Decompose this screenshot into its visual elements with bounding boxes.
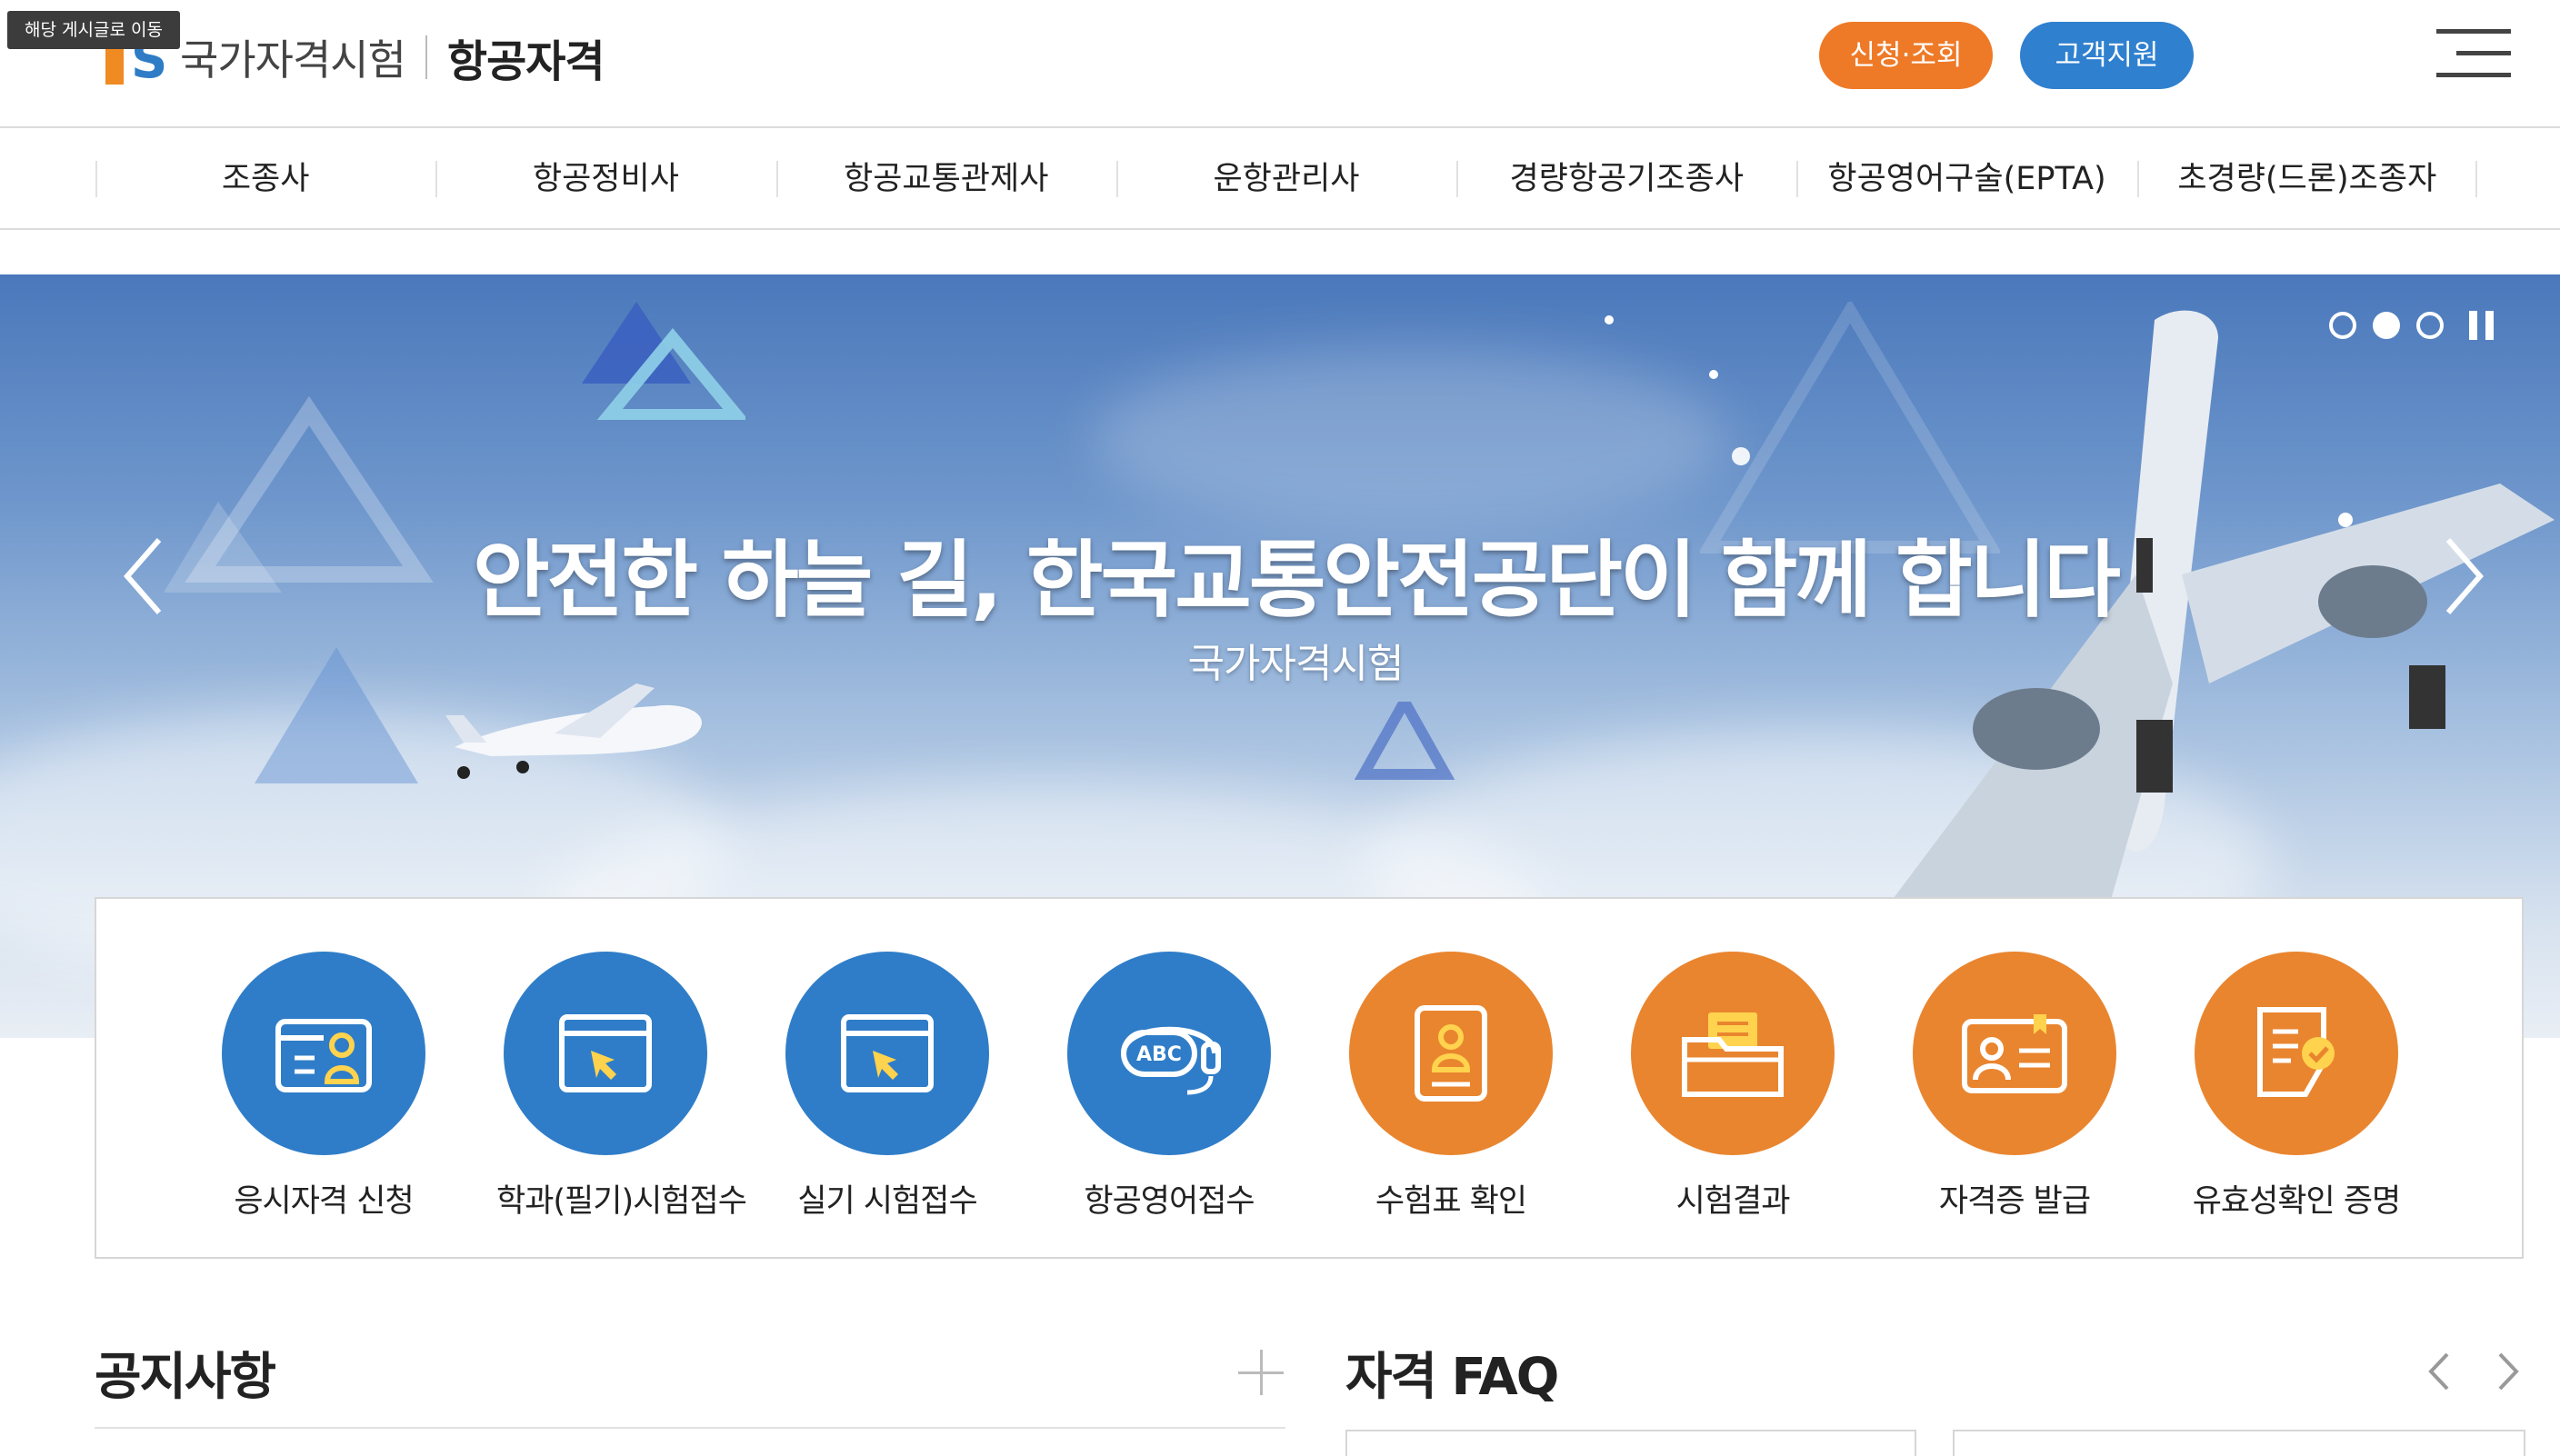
quick-item-exam-results[interactable]: 시험결과 (1624, 952, 1842, 1224)
nav-item-aircraft-mechanic[interactable]: 항공정비사 (435, 128, 775, 230)
chevron-left-icon[interactable] (118, 531, 173, 622)
quick-item-aviation-english-registration[interactable]: ABC 항공영어접수 (1060, 952, 1278, 1224)
faq-card[interactable] (1345, 1430, 1916, 1456)
quick-item-eligibility-application[interactable]: 응시자격 신청 (215, 952, 433, 1224)
main-nav: 조종사 항공정비사 항공교통관제사 운항관리사 경량항공기조종사 항공영어구술(… (0, 128, 2560, 230)
tooltip: 해당 게시글로 이동 (7, 11, 180, 49)
admission-ticket-icon (1349, 952, 1553, 1155)
quick-item-label: 항공영어접수 (1084, 1183, 1255, 1220)
slide-dot-2[interactable] (2373, 312, 2400, 339)
logo-sub-text: 항공자격 (446, 36, 605, 87)
nav-item-flight-dispatcher[interactable]: 운항관리사 (1115, 128, 1456, 230)
quick-item-written-exam-registration[interactable]: 학과(필기)시험접수 (496, 952, 747, 1224)
svg-text:ABC: ABC (1136, 1043, 1182, 1066)
quick-item-label: 유효성확인 증명 (2192, 1183, 2402, 1220)
logo-divider (425, 35, 427, 79)
quick-menu: 응시자격 신청 학과(필기)시험접수 실기 시험접수 ABC 항공영어접수 수험… (95, 897, 2524, 1259)
id-card-icon (222, 952, 425, 1155)
notice-divider (95, 1427, 1285, 1429)
folder-documents-icon (1631, 952, 1835, 1155)
nav-item-air-traffic-controller[interactable]: 항공교통관제사 (775, 128, 1116, 230)
nav-item-epta[interactable]: 항공영어구술(EPTA) (1796, 128, 2136, 230)
hero-subtitle: 국가자격시험 (1187, 641, 1405, 687)
chevron-right-icon[interactable] (2435, 531, 2489, 622)
quick-item-label: 자격증 발급 (1938, 1183, 2091, 1220)
browser-cursor-icon (504, 952, 707, 1155)
chevron-left-icon[interactable] (2425, 1349, 2453, 1394)
site-header: S 국가자격시험 항공자격 신청·조회 고객지원 (0, 0, 2560, 128)
plus-icon[interactable] (1238, 1350, 1284, 1395)
quick-item-admission-ticket[interactable]: 수험표 확인 (1342, 952, 1560, 1224)
slide-dot-1[interactable] (2329, 312, 2356, 339)
quick-item-label: 수험표 확인 (1375, 1183, 1527, 1220)
license-card-icon (1913, 952, 2116, 1155)
slide-indicators (2329, 311, 2496, 340)
quick-item-label: 학과(필기)시험접수 (496, 1183, 747, 1220)
abc-headset-icon: ABC (1067, 952, 1271, 1155)
apply-lookup-button[interactable]: 신청·조회 (1819, 22, 1993, 89)
menu-icon[interactable] (2436, 29, 2511, 77)
browser-cursor-icon (785, 952, 989, 1155)
faq-section-title: 자격 FAQ (1345, 1348, 1559, 1407)
quick-item-label: 응시자격 신청 (234, 1183, 414, 1220)
nav-item-pilot[interactable]: 조종사 (95, 128, 435, 230)
chevron-right-icon[interactable] (2495, 1349, 2522, 1394)
triangle-decoration-icon (582, 302, 745, 420)
quick-item-label: 실기 시험접수 (797, 1183, 977, 1220)
customer-support-button[interactable]: 고객지원 (2020, 22, 2194, 89)
faq-card[interactable] (1953, 1430, 2525, 1456)
quick-item-practical-exam-registration[interactable]: 실기 시험접수 (778, 952, 996, 1224)
verified-document-icon (2195, 952, 2398, 1155)
hero-title: 안전한 하늘 길, 한국교통안전공단이 함께 합니다 (473, 532, 2121, 629)
slide-dot-3[interactable] (2416, 312, 2444, 339)
quick-item-validity-certificate[interactable]: 유효성확인 증명 (2187, 952, 2405, 1224)
nav-item-light-aircraft-pilot[interactable]: 경량항공기조종사 (1456, 128, 1796, 230)
nav-item-drone-pilot[interactable]: 초경량(드론)조종자 (2136, 128, 2478, 230)
notice-section-title: 공지사항 (95, 1348, 276, 1407)
quick-item-label: 시험결과 (1675, 1183, 1791, 1220)
logo-main-text: 국가자격시험 (180, 35, 406, 85)
pause-icon[interactable] (2469, 311, 2496, 340)
triangle-decoration-icon (1355, 702, 1455, 780)
quick-item-license-issuance[interactable]: 자격증 발급 (1905, 952, 2124, 1224)
